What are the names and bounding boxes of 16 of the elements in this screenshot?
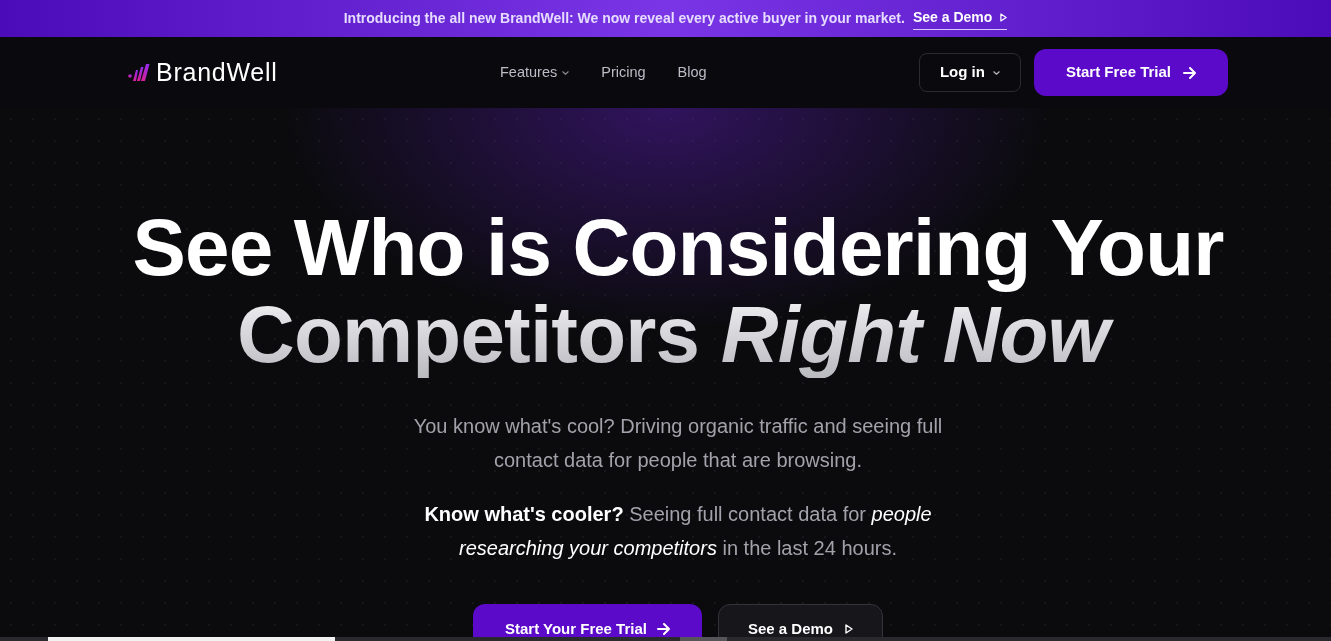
hero-description: Know what's cooler? Seeing full contact data for people researching your competitors in the last 24 hours. <box>423 502 933 561</box>
arrow-right-icon <box>1183 66 1196 79</box>
start-trial-button[interactable]: Start Free Trial <box>1033 49 1228 96</box>
play-icon <box>845 624 853 634</box>
nav-link[interactable]: Pricing <box>601 61 646 84</box>
nav-link[interactable]: Features <box>500 61 570 84</box>
see-demo-link[interactable]: See a Demo <box>912 7 1008 30</box>
arrow-right-icon <box>656 623 670 635</box>
nav-link[interactable]: Blog <box>677 61 707 84</box>
logo-icon <box>128 63 150 82</box>
logo-text: BrandWell <box>156 56 278 88</box>
play-icon <box>1000 13 1008 22</box>
hero-description: You know what's cool? Driving organic traffic and seeing full contact data for people that are browsing. <box>412 414 944 473</box>
login-button[interactable]: Log in <box>918 53 1021 92</box>
announcement-text: Introducing the all new BrandWell: We now reveal every active buyer in your market. <box>343 9 905 28</box>
strip-segment <box>680 637 727 641</box>
